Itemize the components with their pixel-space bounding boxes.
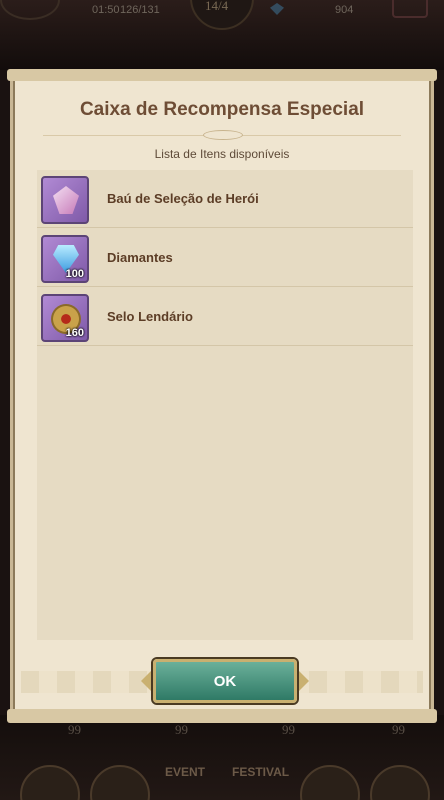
event-badge: EVENT: [165, 765, 206, 779]
hud-gems: 904: [335, 4, 354, 16]
list-item[interactable]: Baú de Seleção de Herói: [37, 170, 413, 228]
item-quantity: 160: [65, 327, 84, 339]
ok-button[interactable]: OK: [153, 659, 297, 703]
hud-stamina: 126/131: [120, 4, 160, 16]
dialog-subtitle: Lista de Itens disponíveis: [154, 147, 290, 161]
item-list: Baú de Seleção de Herói 100 Diamantes 16…: [37, 170, 413, 640]
item-quantity: 100: [65, 268, 84, 280]
hero-chest-icon: [41, 176, 89, 224]
item-count: 99: [392, 722, 405, 737]
item-count: 99: [175, 722, 188, 737]
dialog-title: Caixa de Recompensa Especial: [79, 99, 365, 120]
profile-ring: [0, 0, 60, 20]
reward-dialog: Caixa de Recompensa Especial Lista de It…: [7, 69, 437, 723]
mail-icon: [392, 0, 428, 18]
item-label: Diamantes: [107, 250, 173, 265]
divider-ornament-icon: [203, 130, 243, 140]
festival-badge: FESTIVAL: [232, 765, 290, 779]
item-label: Selo Lendário: [107, 309, 193, 324]
list-item[interactable]: 160 Selo Lendário: [37, 288, 413, 346]
hud-stage: 14/4: [205, 0, 229, 13]
game-top-bar: 01:50 126/131 14/4 904: [0, 0, 444, 70]
diamond-icon: 100: [41, 235, 89, 283]
item-count: 99: [68, 722, 81, 737]
hud-time: 01:50: [92, 4, 120, 16]
list-item[interactable]: 100 Diamantes: [37, 229, 413, 287]
item-label: Baú de Seleção de Herói: [107, 191, 259, 206]
item-count: 99: [282, 722, 295, 737]
gem-icon: [270, 3, 284, 15]
legendary-seal-icon: 160: [41, 294, 89, 342]
